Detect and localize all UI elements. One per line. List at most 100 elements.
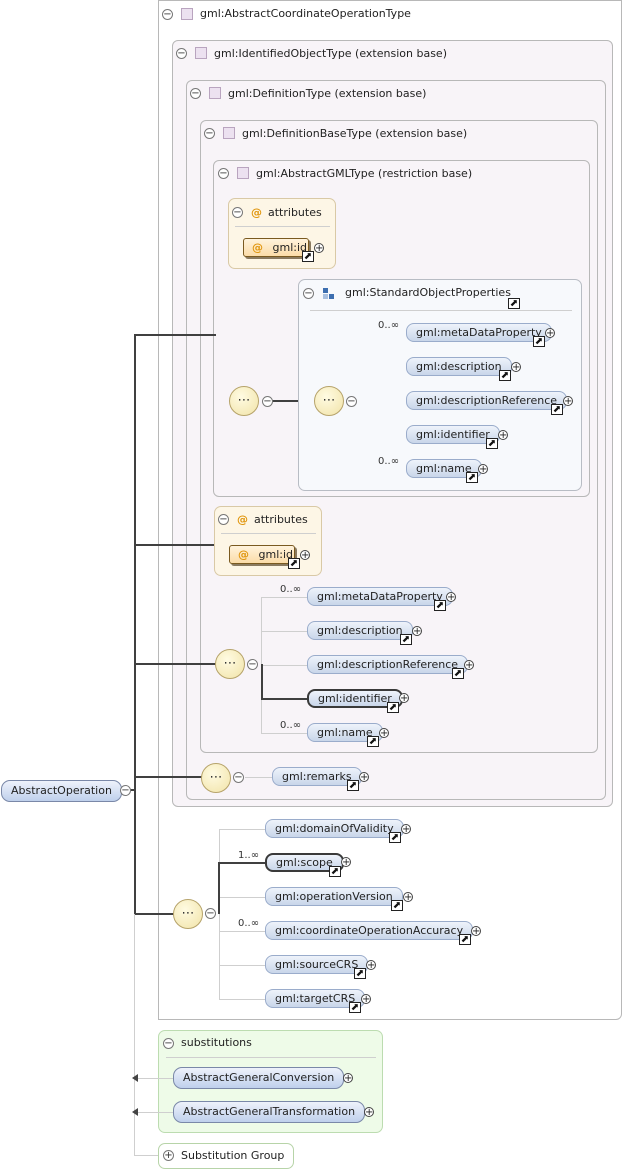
substitutions-label: substitutions [181,1036,252,1049]
expand-icon[interactable]: + [471,926,481,937]
collapse-icon[interactable]: − [204,128,215,139]
collapse-icon[interactable]: − [218,168,229,179]
link-arrow-icon[interactable]: ⬈ [288,558,300,569]
attribute-id[interactable]: @ gml:id [243,238,309,257]
collapse-icon[interactable]: − [176,48,187,59]
link-arrow-icon[interactable]: ⬈ [302,251,314,262]
expand-icon[interactable]: + [314,243,324,254]
expand-icon[interactable]: + [498,430,508,441]
collapse-icon[interactable]: − [262,396,273,407]
attribute-icon: @ [251,206,262,219]
complex-type-icon [181,8,193,20]
collapse-icon[interactable]: − [247,659,258,670]
link-arrow-icon[interactable]: ⬈ [508,298,520,309]
collapse-icon[interactable]: − [232,207,243,218]
collapse-icon[interactable]: − [163,1038,174,1049]
link-arrow-icon[interactable]: ⬈ [347,780,359,791]
identified-object-label: gml:IdentifiedObjectType (extension base… [214,47,447,60]
link-arrow-icon[interactable]: ⬈ [349,1002,361,1013]
link-arrow-icon[interactable]: ⬈ [329,866,341,877]
occurrence-label: 0..∞ [378,320,400,331]
expand-icon[interactable]: + [412,626,422,637]
collapse-icon[interactable]: − [162,9,173,20]
link-arrow-icon[interactable]: ⬈ [466,472,478,483]
expand-icon[interactable]: + [545,328,555,339]
link-arrow-icon[interactable]: ⬈ [400,634,412,645]
substitution-item[interactable]: AbstractGeneralTransformation [173,1101,366,1123]
expand-icon[interactable]: + [163,1150,174,1161]
expand-icon[interactable]: + [300,550,310,561]
expand-icon[interactable]: + [401,824,411,835]
attribute-id[interactable]: @ gml:id [229,545,295,564]
occurrence-label: 0..∞ [378,456,400,467]
group-label: gml:StandardObjectProperties [345,286,511,299]
arrowhead-icon [132,1108,138,1116]
complex-type-icon [223,127,235,139]
link-arrow-icon[interactable]: ⬈ [551,404,563,415]
expand-icon[interactable]: + [478,464,488,475]
complex-type-label: gml:AbstractCoordinateOperationType [200,7,411,20]
sequence-icon[interactable]: ⋯ [215,649,245,679]
collapse-icon[interactable]: − [205,908,216,919]
definition-base-label: gml:DefinitionBaseType (extension base) [242,127,468,140]
expand-icon[interactable]: + [343,1073,353,1084]
element-descriptionreference[interactable]: gml:descriptionReference [307,655,469,674]
element-descriptionreference[interactable]: gml:descriptionReference [406,391,568,410]
attributes-label: attributes [254,513,308,526]
expand-icon[interactable]: + [511,362,521,373]
expand-icon[interactable]: + [359,772,369,783]
collapse-icon[interactable]: − [233,772,244,783]
definition-type-label: gml:DefinitionType (extension base) [228,87,427,100]
collapse-icon[interactable]: − [346,396,357,407]
collapse-icon[interactable]: − [120,785,131,796]
element-metadataproperty[interactable]: gml:metaDataProperty [406,323,552,342]
expand-icon[interactable]: + [563,396,573,407]
substitution-item[interactable]: AbstractGeneralConversion [173,1067,345,1089]
expand-icon[interactable]: + [446,592,456,603]
element-domainofvalidity[interactable]: gml:domainOfValidity [265,819,404,838]
expand-icon[interactable]: + [341,857,351,868]
occurrence-label: 0..∞ [280,720,302,731]
element-description[interactable]: gml:description [406,357,512,376]
link-arrow-icon[interactable]: ⬈ [434,600,446,611]
occurrence-label: 0..∞ [238,918,260,929]
element-sourcecrs[interactable]: gml:sourceCRS [265,955,369,974]
link-arrow-icon[interactable]: ⬈ [389,832,401,843]
sequence-icon[interactable]: ⋯ [173,899,203,929]
expand-icon[interactable]: + [399,693,409,704]
collapse-icon[interactable]: − [190,88,201,99]
link-arrow-icon[interactable]: ⬈ [533,336,545,347]
element-metadataproperty[interactable]: gml:metaDataProperty [307,587,453,606]
arrowhead-icon [132,1074,138,1082]
element-coordinateoperationaccuracy[interactable]: gml:coordinateOperationAccuracy [265,921,474,940]
link-arrow-icon[interactable]: ⬈ [452,668,464,679]
attribute-icon: @ [238,548,249,561]
link-arrow-icon[interactable]: ⬈ [486,438,498,449]
complex-type-icon [237,167,249,179]
root-element[interactable]: AbstractOperation [1,780,122,802]
expand-icon[interactable]: + [364,1107,374,1118]
sequence-icon[interactable]: ⋯ [314,386,344,416]
expand-icon[interactable]: + [464,660,474,671]
sequence-icon[interactable]: ⋯ [201,763,231,793]
element-operationversion[interactable]: gml:operationVersion [265,887,403,906]
link-arrow-icon[interactable]: ⬈ [354,968,366,979]
complex-type-icon [195,47,207,59]
attribute-icon: @ [252,241,263,254]
link-arrow-icon[interactable]: ⬈ [391,900,403,911]
link-arrow-icon[interactable]: ⬈ [367,736,379,747]
expand-icon[interactable]: + [361,994,371,1005]
collapse-icon[interactable]: − [303,288,314,299]
expand-icon[interactable]: + [403,892,413,903]
link-arrow-icon[interactable]: ⬈ [459,934,471,945]
link-arrow-icon[interactable]: ⬈ [387,702,399,713]
expand-icon[interactable]: + [366,960,376,971]
attributes-label: attributes [268,206,322,219]
collapse-icon[interactable]: − [218,514,229,525]
abstract-gml-label: gml:AbstractGMLType (restriction base) [256,167,473,180]
occurrence-label: 1..∞ [238,850,260,861]
sequence-icon[interactable]: ⋯ [229,386,259,416]
expand-icon[interactable]: + [379,728,389,739]
element-description[interactable]: gml:description [307,621,413,640]
link-arrow-icon[interactable]: ⬈ [499,370,511,381]
